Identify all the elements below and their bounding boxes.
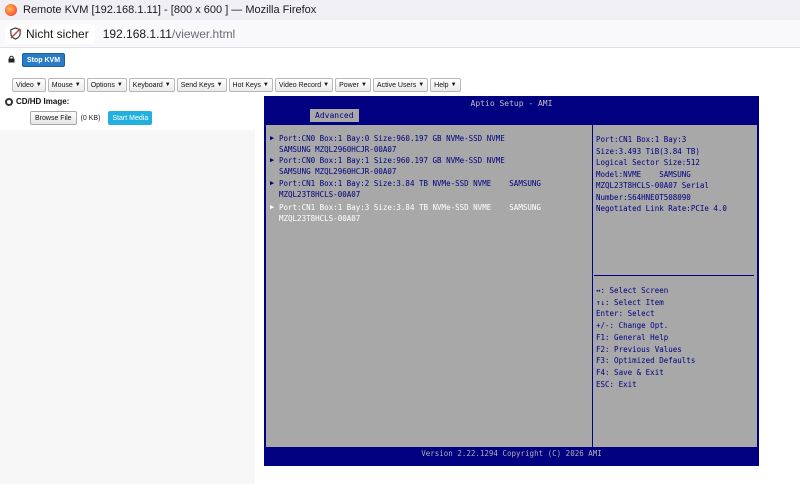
url-bar: Nicht sicher 192.168.1.11/viewer.html <box>0 20 800 48</box>
bios-title: Aptio Setup - AMI <box>470 99 553 108</box>
firefox-logo-icon <box>5 4 17 16</box>
bios-main-panel: ▶ Port:CN0 Box:1 Bay:0 Size:960.197 GB N… <box>266 125 757 447</box>
port-item-selected[interactable]: ▶ Port:CN1 Box:1 Bay:3 Size:3.84 TB NVMe… <box>270 202 541 224</box>
key-line: +/-: Change Opt. <box>596 321 669 331</box>
caret-down-icon: ▼ <box>216 82 223 88</box>
menu-label: Power <box>339 81 359 89</box>
help-line: Size:3.493 TiB(3.84 TB) <box>596 146 700 156</box>
caret-down-icon: ▼ <box>418 82 425 88</box>
help-line: Port:CN1 Box:1 Bay:3 <box>596 135 687 144</box>
key-line: F2: Previous Values <box>596 344 682 354</box>
kvm-menubar: Video ▼ Mouse ▼ Options ▼ Keyboard ▼ Send Ke… <box>12 78 461 92</box>
key-legend: ↔: Select Screen ↑↓: Select Item Enter: Se… <box>596 285 695 390</box>
port-line-1: Port:CN1 Box:1 Bay:3 Size:3.84 TB NVMe-S… <box>279 203 541 212</box>
right-margin <box>760 130 800 484</box>
caret-down-icon: ▼ <box>116 82 123 88</box>
caret-down-icon: ▼ <box>323 82 330 88</box>
port-line-2: MZQL23T8HCLS-00A07 <box>279 214 361 223</box>
port-item[interactable]: ▶ Port:CN0 Box:1 Bay:0 Size:960.197 GB N… <box>270 133 505 155</box>
menu-hot-keys[interactable]: Hot Keys ▼ <box>228 78 273 92</box>
kvm-page: Stop KVM Video ▼ Mouse ▼ Options ▼ Keyboard… <box>0 48 800 484</box>
stop-kvm-button[interactable]: Stop KVM <box>22 53 66 67</box>
help-panel: Port:CN1 Box:1 Bay:3 Size:3.493 TiB(3.84 … <box>594 125 757 447</box>
caret-down-icon: ▼ <box>74 82 81 88</box>
menu-options[interactable]: Options ▼ <box>86 78 127 92</box>
menu-keyboard[interactable]: Keyboard ▼ <box>128 78 175 92</box>
bios-tab-advanced[interactable]: Advanced <box>310 109 359 122</box>
menu-power[interactable]: Power ▼ <box>335 78 371 92</box>
url-path: /viewer.html <box>171 26 236 41</box>
menu-mouse[interactable]: Mouse ▼ <box>47 78 85 92</box>
key-line: F1: General Help <box>596 332 669 342</box>
help-line: MZQL23T8HCLS-00A07 Serial <box>596 181 709 190</box>
port-line-1: Port:CN0 Box:1 Bay:1 Size:960.197 GB NVM… <box>279 156 505 165</box>
browse-file-button[interactable]: Browse File <box>30 111 77 125</box>
port-line-2: SAMSUNG MZQL2960HCJR-00A07 <box>279 167 397 176</box>
caret-down-icon: ▼ <box>262 82 269 88</box>
port-item[interactable]: ▶ Port:CN0 Box:1 Bay:1 Size:960.197 GB N… <box>270 155 505 177</box>
arrow-right-icon: ▶ <box>270 134 275 142</box>
menu-label: Video Record <box>278 81 322 89</box>
menu-label: Active Users <box>376 81 417 89</box>
menu-video-record[interactable]: Video Record ▼ <box>274 78 334 92</box>
caret-down-icon: ▼ <box>164 82 171 88</box>
item-help: Port:CN1 Box:1 Bay:3 Size:3.493 TiB(3.84 … <box>596 134 727 215</box>
help-line: Negotiated Link Rate:PCIe 4.0 <box>596 204 727 213</box>
key-line: Enter: Select <box>596 309 655 319</box>
media-row: Browse File (0 KB) Start Media <box>30 111 153 125</box>
port-line-1: Port:CN1 Box:1 Bay:2 Size:3.84 TB NVMe-S… <box>279 179 541 188</box>
start-media-button[interactable]: Start Media <box>108 111 153 125</box>
lock-icon <box>8 55 15 63</box>
window-titlebar: Remote KVM [192.168.1.11] - [800 x 600 ]… <box>0 0 800 20</box>
arrow-right-icon: ▶ <box>270 203 275 211</box>
arrow-right-icon: ▶ <box>270 156 275 164</box>
key-line: ↔: Select Screen <box>596 286 669 295</box>
caret-down-icon: ▼ <box>360 82 367 88</box>
disc-icon <box>5 97 13 106</box>
cdhd-label: CD/HD Image: <box>16 97 70 106</box>
url-host: 192.168.1.11 <box>102 26 172 41</box>
port-item[interactable]: ▶ Port:CN1 Box:1 Bay:2 Size:3.84 TB NVMe… <box>270 178 541 200</box>
menu-active-users[interactable]: Active Users ▼ <box>372 78 429 92</box>
device-list: ▶ Port:CN0 Box:1 Bay:0 Size:960.197 GB N… <box>266 125 591 447</box>
menu-label: Hot Keys <box>232 81 261 89</box>
left-panel <box>0 130 255 484</box>
caret-down-icon: ▼ <box>450 82 457 88</box>
insecure-shield-icon <box>10 27 21 40</box>
key-line: ESC: Exit <box>596 379 637 389</box>
menu-video[interactable]: Video ▼ <box>12 78 46 92</box>
security-label: Nicht sicher <box>26 26 89 41</box>
cdhd-section: CD/HD Image: <box>5 97 69 106</box>
security-indicator[interactable]: Nicht sicher <box>5 23 95 44</box>
arrow-right-icon: ▶ <box>270 179 275 187</box>
menu-label: Send Keys <box>180 81 215 89</box>
caret-down-icon: ▼ <box>35 82 42 88</box>
help-line: Number:S64HNE0T508090 <box>596 192 691 202</box>
bios-footer: Version 2.22.1294 Copyright (C) 2026 AMI <box>421 449 602 458</box>
key-line: F4: Save & Exit <box>596 367 664 377</box>
menu-help[interactable]: Help ▼ <box>430 78 461 92</box>
menu-label: Options <box>90 81 115 89</box>
key-line: ↑↓: Select Item <box>596 297 664 307</box>
menu-label: Video <box>16 81 34 89</box>
help-line: Model:NVME SAMSUNG <box>596 169 691 179</box>
port-line-2: SAMSUNG MZQL2960HCJR-00A07 <box>279 145 397 154</box>
help-line: Logical Sector Size:512 <box>596 158 700 167</box>
url-field[interactable]: 192.168.1.11/viewer.html <box>103 27 236 41</box>
menu-label: Keyboard <box>132 81 163 89</box>
stop-row: Stop KVM <box>0 48 800 72</box>
port-line-1: Port:CN0 Box:1 Bay:0 Size:960.197 GB NVM… <box>279 134 505 143</box>
kvm-screen[interactable]: Aptio Setup - AMI Advanced ▶ Port:CN0 Bo… <box>264 96 759 466</box>
key-line: F3: Optimized Defaults <box>596 356 696 366</box>
menu-send-keys[interactable]: Send Keys ▼ <box>176 78 227 92</box>
menu-label: Mouse <box>51 81 73 89</box>
help-separator <box>594 275 754 276</box>
file-size-label: (0 KB) <box>80 114 101 122</box>
window-title: Remote KVM [192.168.1.11] - [800 x 600 ]… <box>23 4 317 16</box>
menu-label: Help <box>434 81 449 89</box>
panel-divider <box>592 125 593 447</box>
port-line-2: MZQL23T8HCLS-00A07 <box>279 190 361 199</box>
